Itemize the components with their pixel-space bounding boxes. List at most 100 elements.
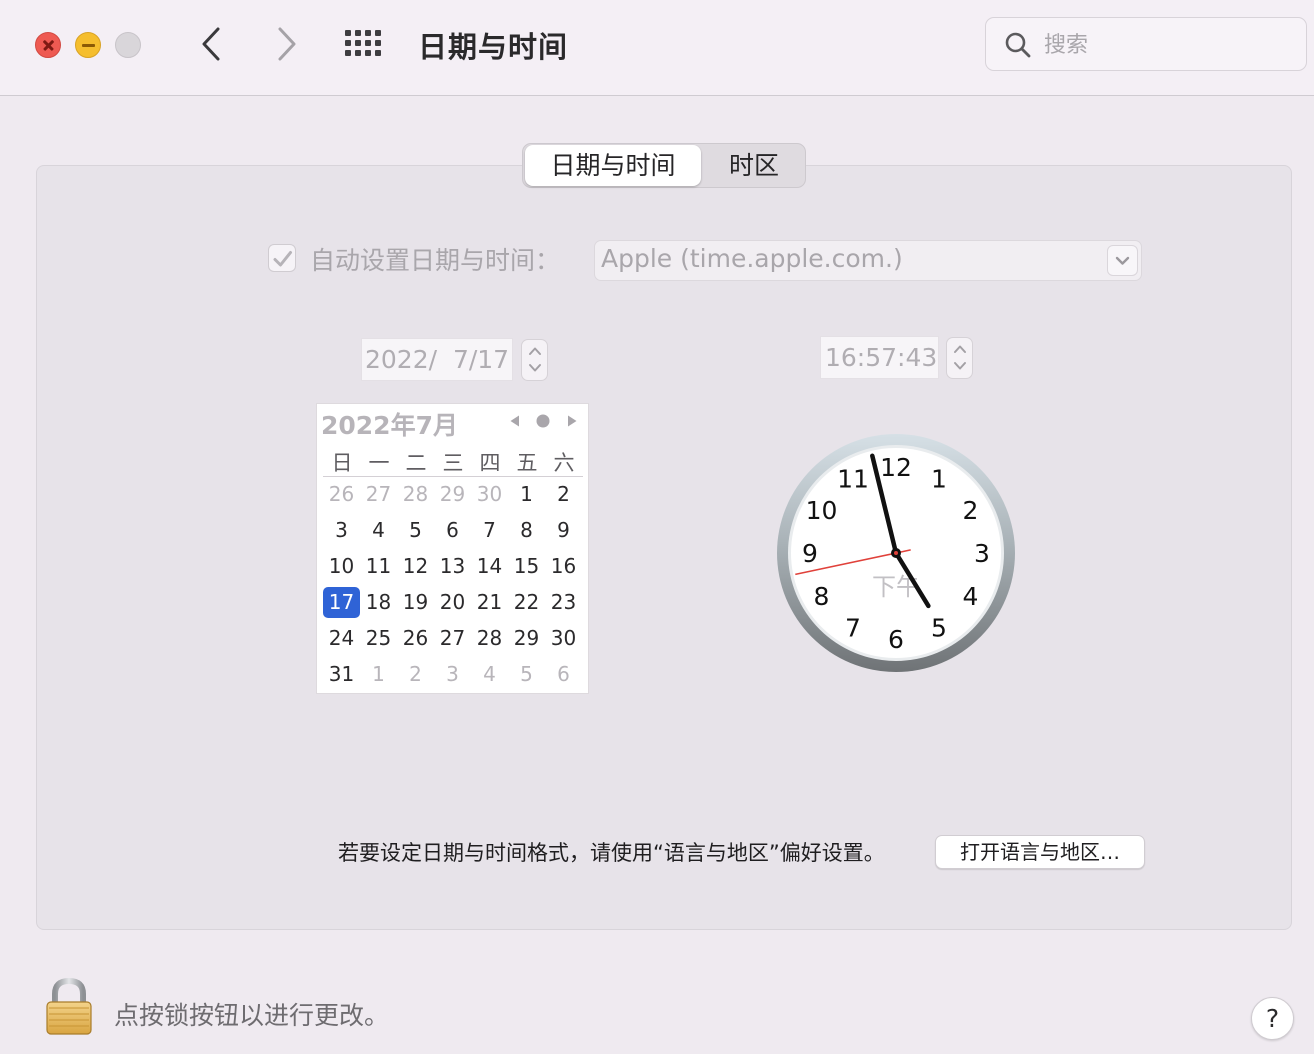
calendar-day[interactable]: 26 [323,479,360,510]
lock-button[interactable] [44,977,94,1036]
chevron-right-icon [278,27,296,61]
search-input[interactable] [1044,28,1294,62]
time-server-select[interactable]: Apple (time.apple.com.) [594,240,1142,281]
calendar-day[interactable]: 15 [508,551,545,582]
calendar-day[interactable]: 5 [508,659,545,690]
open-language-region-button[interactable]: 打开语言与地区… [935,835,1145,869]
today-dot-icon[interactable] [535,414,551,428]
weekday-label: 二 [405,451,427,475]
calendar-day[interactable]: 22 [508,587,545,618]
calendar-day[interactable]: 10 [323,551,360,582]
chevron-down-icon[interactable] [953,360,967,372]
calendar-day[interactable]: 19 [397,587,434,618]
clock-number: 12 [880,453,912,482]
weekday-label: 一 [368,451,390,475]
search-field[interactable] [985,17,1307,71]
time-stepper[interactable] [946,337,973,379]
calendar-day[interactable]: 11 [360,551,397,582]
calendar-day[interactable]: 1 [508,479,545,510]
previous-month-icon[interactable] [508,414,522,428]
weekday-label: 三 [442,451,464,475]
calendar-day[interactable]: 25 [360,623,397,654]
zoom-button[interactable] [115,32,141,58]
weekday-label: 日 [331,451,353,475]
toolbar: 日期与时间 [0,0,1314,96]
clock-number: 7 [845,614,861,643]
tab-bar: 日期与时间 时区 [522,143,806,188]
show-all-button[interactable] [345,27,387,61]
calendar: 2022年7月 日一二三四五六 26 27 28 29 30 1 2 3 4 5 6 7 8 9 10 11 1… [316,403,589,694]
calendar-day[interactable]: 20 [434,587,471,618]
calendar-day[interactable]: 29 [434,479,471,510]
time-server-value: Apple (time.apple.com.) [601,244,903,273]
close-button[interactable] [35,32,61,58]
grid-icon [345,27,387,56]
calendar-day[interactable]: 18 [360,587,397,618]
chevron-down-icon[interactable] [528,362,542,374]
calendar-day[interactable]: 2 [397,659,434,690]
clock-number: 6 [888,625,904,654]
clock-number: 11 [837,465,869,494]
back-button[interactable] [194,22,230,66]
calendar-day[interactable]: 14 [471,551,508,582]
calendar-day[interactable]: 12 [397,551,434,582]
date-field[interactable]: 2022/ 7/17 [361,338,513,381]
calendar-day[interactable]: 27 [360,479,397,510]
calendar-day[interactable]: 30 [471,479,508,510]
calendar-day[interactable]: 8 [508,515,545,546]
chevron-up-icon[interactable] [953,343,967,355]
calendar-day[interactable]: 27 [434,623,471,654]
forward-button[interactable] [268,22,304,66]
calendar-weekday-header: 日一二三四五六 [323,447,583,477]
clock-number: 10 [806,496,838,525]
lock-hint: 点按锁按钮以进行更改。 [114,1001,390,1030]
date-stepper[interactable] [521,339,548,381]
clock-face: 12 1234567891011 下午 [777,434,1015,672]
calendar-day[interactable]: 5 [397,515,434,546]
calendar-day[interactable]: 28 [471,623,508,654]
weekday-label: 四 [479,451,501,475]
clock-number: 5 [931,614,947,643]
calendar-month-title: 2022年7月 [321,411,458,440]
lock-icon [46,977,92,1035]
calendar-day[interactable]: 13 [434,551,471,582]
chevron-down-icon [1115,256,1130,265]
chevron-up-icon[interactable] [528,345,542,357]
calendar-day[interactable]: 4 [360,515,397,546]
weekday-label: 六 [553,451,575,475]
calendar-day[interactable]: 7 [471,515,508,546]
calendar-day[interactable]: 2 [545,479,582,510]
help-button[interactable]: ? [1251,997,1294,1040]
checkmark-icon [273,251,292,267]
next-month-icon[interactable] [565,414,579,428]
dropdown-button[interactable] [1107,245,1138,276]
calendar-day[interactable]: 26 [397,623,434,654]
calendar-day[interactable]: 28 [397,479,434,510]
calendar-day[interactable]: 30 [545,623,582,654]
calendar-day[interactable]: 24 [323,623,360,654]
calendar-day[interactable]: 6 [434,515,471,546]
calendar-day[interactable]: 31 [323,659,360,690]
analog-clock: 12 1 2 3 4 5 6 7 8 9 10 11 下午 [776,433,1016,673]
calendar-day[interactable]: 23 [545,587,582,618]
calendar-day[interactable]: 21 [471,587,508,618]
tab-date-time[interactable]: 日期与时间 [525,145,701,186]
calendar-day[interactable]: 4 [471,659,508,690]
minimize-button[interactable] [75,32,101,58]
calendar-day[interactable]: 16 [545,551,582,582]
tab-time-zone[interactable]: 时区 [703,144,805,187]
search-icon [1005,32,1031,58]
calendar-day[interactable]: 9 [545,515,582,546]
format-note: 若要设定日期与时间格式，请使用“语言与地区”偏好设置。 [338,841,885,865]
time-field[interactable]: 16:57:43 [820,336,939,379]
calendar-day[interactable]: 3 [323,515,360,546]
calendar-day[interactable]: 3 [434,659,471,690]
calendar-day[interactable]: 29 [508,623,545,654]
clock-number: 1 [931,465,947,494]
auto-time-checkbox[interactable] [268,244,296,272]
calendar-day[interactable]: 6 [545,659,582,690]
calendar-day-selected[interactable]: 17 [323,587,360,618]
calendar-day[interactable]: 1 [360,659,397,690]
chevron-left-icon [202,27,220,61]
weekday-label: 五 [516,451,538,475]
